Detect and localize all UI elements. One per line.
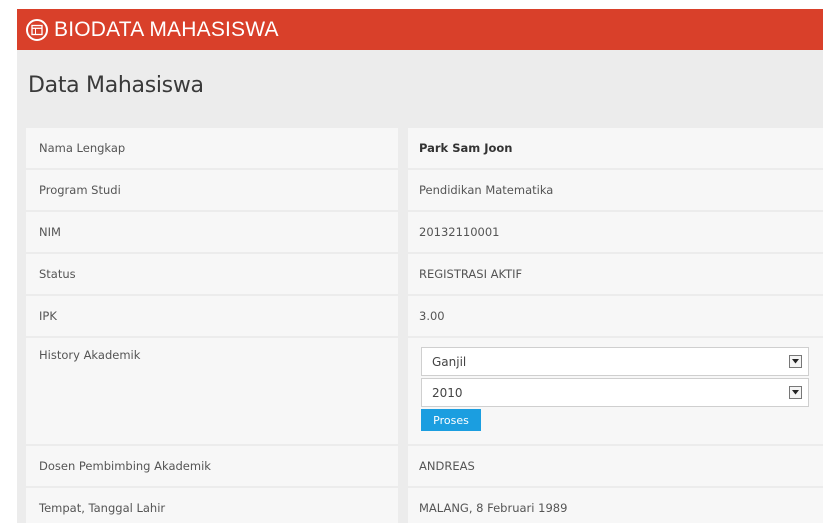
biodata-table: Nama Lengkap Park Sam Joon Program Studi… <box>26 126 823 523</box>
table-row: Tempat, Tanggal Lahir MALANG, 8 Februari… <box>26 488 823 523</box>
table-row: NIM 20132110001 <box>26 212 823 252</box>
year-select-value: 2010 <box>432 385 463 400</box>
field-label-prodi: Program Studi <box>26 170 398 210</box>
table-row: History Akademik Ganjil 2010 Proses <box>26 338 823 444</box>
semester-select[interactable]: Ganjil <box>421 347 809 376</box>
page-header-title: BIODATA MAHASISWA <box>54 17 279 41</box>
field-value-prodi: Pendidikan Matematika <box>408 170 823 210</box>
field-label-nim: NIM <box>26 212 398 252</box>
biodata-panel: Data Mahasiswa Nama Lengkap Park Sam Joo… <box>17 50 823 523</box>
page-header: BIODATA MAHASISWA <box>17 9 823 50</box>
table-row: IPK 3.00 <box>26 296 823 336</box>
section-title: Data Mahasiswa <box>28 73 204 98</box>
field-label-dosen: Dosen Pembimbing Akademik <box>26 446 398 486</box>
field-value-ttl: MALANG, 8 Februari 1989 <box>408 488 823 523</box>
field-label-ipk: IPK <box>26 296 398 336</box>
field-value-nama: Park Sam Joon <box>408 128 823 168</box>
field-label-status: Status <box>26 254 398 294</box>
field-value-dosen: ANDREAS <box>408 446 823 486</box>
field-value-status: REGISTRASI AKTIF <box>408 254 823 294</box>
table-row: Status REGISTRASI AKTIF <box>26 254 823 294</box>
history-controls: Ganjil 2010 Proses <box>408 338 823 444</box>
year-select[interactable]: 2010 <box>421 378 809 407</box>
table-row: Dosen Pembimbing Akademik ANDREAS <box>26 446 823 486</box>
proses-button[interactable]: Proses <box>421 409 481 431</box>
field-value-ipk: 3.00 <box>408 296 823 336</box>
chevron-down-icon[interactable] <box>789 355 802 368</box>
table-row: Program Studi Pendidikan Matematika <box>26 170 823 210</box>
field-label-ttl: Tempat, Tanggal Lahir <box>26 488 398 523</box>
table-row: Nama Lengkap Park Sam Joon <box>26 128 823 168</box>
field-label-nama: Nama Lengkap <box>26 128 398 168</box>
field-label-history: History Akademik <box>26 338 398 444</box>
semester-select-value: Ganjil <box>432 354 467 369</box>
calendar-icon <box>26 18 48 41</box>
field-value-nim: 20132110001 <box>408 212 823 252</box>
chevron-down-icon[interactable] <box>789 386 802 399</box>
